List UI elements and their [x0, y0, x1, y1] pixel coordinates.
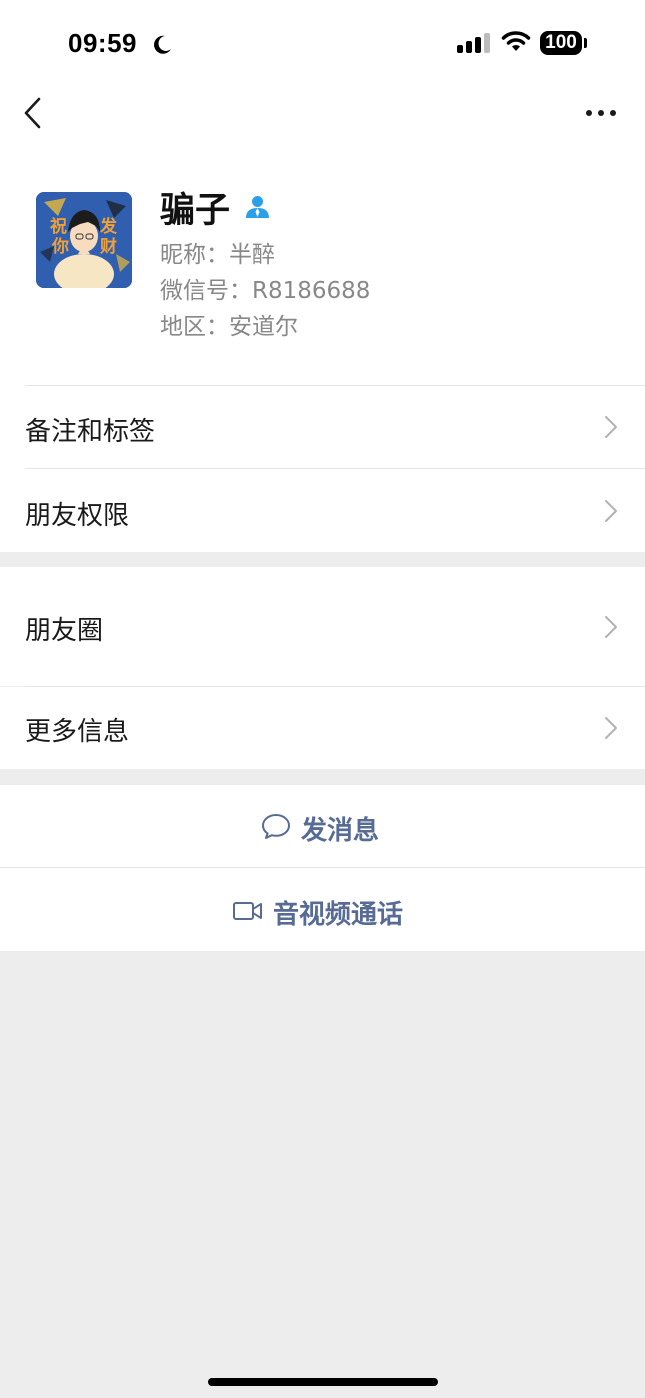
friend-permissions-label: 朋友权限: [25, 501, 130, 531]
battery-indicator: 100: [540, 31, 582, 55]
chat-bubble-icon: [262, 814, 290, 839]
avatar-char: 你: [52, 237, 69, 257]
back-icon[interactable]: [20, 96, 46, 130]
video-camera-icon: [233, 902, 262, 920]
video-call-label: 音视频通话: [273, 900, 404, 930]
display-name: 骗子: [160, 191, 231, 231]
send-message-label: 发消息: [301, 816, 380, 846]
more-info-label: 更多信息: [25, 717, 130, 747]
chevron-right-icon: [605, 500, 617, 522]
status-time: 09:59: [68, 28, 137, 58]
chevron-right-icon: [605, 616, 617, 638]
contact-person-icon: [246, 196, 269, 218]
battery-cap: [584, 38, 587, 48]
chevron-right-icon: [605, 416, 617, 438]
chevron-right-icon: [605, 717, 617, 739]
home-indicator[interactable]: [208, 1378, 438, 1386]
wifi-icon: [501, 31, 531, 51]
send-message-button[interactable]: 发消息: [0, 785, 645, 867]
friend-permissions-row[interactable]: 朋友权限: [0, 469, 645, 552]
moments-row[interactable]: 朋友圈: [0, 567, 645, 686]
avatar[interactable]: 祝 你 发 财: [36, 192, 132, 288]
moon-icon: [154, 35, 171, 54]
moments-label: 朋友圈: [25, 616, 104, 646]
wechat-id: 微信号：R8186688: [160, 278, 371, 304]
signal-icon: [457, 33, 490, 53]
more-icon[interactable]: [584, 104, 618, 122]
region: 地区：安道尔: [160, 314, 298, 340]
nickname: 昵称：半醉: [160, 242, 275, 268]
avatar-char: 财: [100, 237, 117, 257]
remarks-and-tags-label: 备注和标签: [25, 417, 156, 447]
more-info-row[interactable]: 更多信息: [0, 687, 645, 769]
remarks-and-tags-row[interactable]: 备注和标签: [0, 386, 645, 468]
video-call-button[interactable]: 音视频通话: [0, 868, 645, 951]
